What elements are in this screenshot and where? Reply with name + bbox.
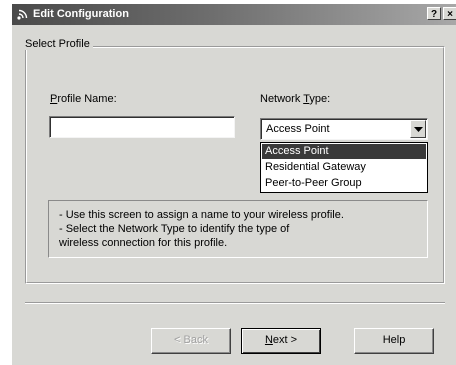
dropdown-option-residential-gateway[interactable]: Residential Gateway xyxy=(262,160,426,175)
chevron-down-icon xyxy=(414,127,423,132)
title-close-button[interactable]: × xyxy=(443,7,456,20)
title-bar[interactable]: Edit Configuration ? × xyxy=(12,4,456,25)
network-type-selected-value: Access Point xyxy=(266,123,330,135)
network-type-label: Network Type: xyxy=(260,93,331,105)
help-info-box: - Use this screen to assign a name to yo… xyxy=(48,200,428,258)
window-title: Edit Configuration xyxy=(33,8,129,20)
dropdown-option-access-point[interactable]: Access Point xyxy=(262,144,426,159)
dropdown-arrow-button[interactable] xyxy=(410,120,426,138)
profile-name-label: Profile Name: xyxy=(50,93,117,105)
network-type-dropdown-list: Access Point Residential Gateway Peer-to… xyxy=(260,142,428,193)
info-line-1: - Use this screen to assign a name to yo… xyxy=(59,209,344,221)
info-line-3: wireless connection for this profile. xyxy=(59,237,228,249)
network-type-combobox[interactable]: Access Point xyxy=(260,118,428,140)
button-separator xyxy=(25,302,445,304)
group-label: Select Profile xyxy=(22,38,93,50)
title-help-button[interactable]: ? xyxy=(427,7,441,20)
next-button[interactable]: Next > xyxy=(241,328,321,354)
help-button[interactable]: Help xyxy=(354,328,434,354)
profile-name-input[interactable] xyxy=(49,116,235,138)
dropdown-option-peer-to-peer-group[interactable]: Peer-to-Peer Group xyxy=(262,176,426,191)
edit-configuration-dialog: Edit Configuration ? × Select Profile Pr… xyxy=(11,3,456,365)
back-button[interactable]: < Back xyxy=(151,328,231,354)
wireless-signal-icon xyxy=(16,7,30,21)
info-line-2: - Select the Network Type to identify th… xyxy=(59,223,290,235)
